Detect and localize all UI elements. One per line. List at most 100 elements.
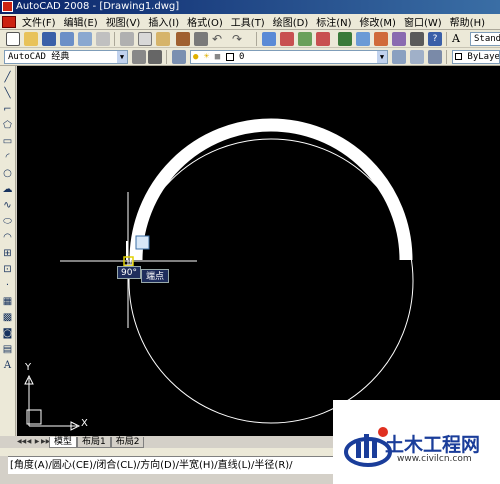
workspace-settings-icon[interactable] <box>132 50 146 64</box>
menu-help[interactable]: 帮助(H) <box>446 14 489 29</box>
drawing-canvas[interactable]: 90° 端点 Y X <box>17 66 500 436</box>
last-tab-arrow-icon[interactable]: ▶▶ <box>41 437 50 447</box>
tab-layout1[interactable]: 布局1 <box>77 436 111 448</box>
my-workspace-icon[interactable] <box>148 50 162 64</box>
toolbar-separator <box>446 50 447 64</box>
watermark-title: 土木工程网 <box>385 434 481 456</box>
gradient-icon[interactable]: ▩ <box>2 312 13 323</box>
multiline-text-icon[interactable]: A <box>2 360 13 371</box>
text-style-icon[interactable]: A <box>452 32 466 46</box>
tab-layout2[interactable]: 布局2 <box>110 436 145 448</box>
menu-draw[interactable]: 绘图(D) <box>269 14 313 29</box>
tool-palettes-icon[interactable] <box>374 32 388 46</box>
layer-on-icon: ● <box>193 52 199 62</box>
design-center-icon[interactable] <box>356 32 370 46</box>
menu-view[interactable]: 视图(V) <box>102 14 145 29</box>
polyline-arc-entity[interactable] <box>129 118 413 261</box>
autocad-app-icon <box>2 1 13 12</box>
open-icon[interactable] <box>24 32 38 46</box>
hatch-icon[interactable]: ▦ <box>2 296 13 307</box>
insert-block-icon[interactable]: ⊞ <box>2 248 13 259</box>
menu-file[interactable]: 文件(F) <box>18 14 60 29</box>
next-tab-arrow-icon[interactable]: ▶ <box>33 437 41 447</box>
window-title: AutoCAD 2008 - [Drawing1.dwg] <box>16 1 180 12</box>
menu-edit[interactable]: 编辑(E) <box>60 14 102 29</box>
publish-icon[interactable] <box>96 32 110 46</box>
redo-icon[interactable]: ↷ <box>232 32 246 46</box>
layer-states-icon[interactable] <box>428 50 442 64</box>
properties-icon[interactable] <box>338 32 352 46</box>
color-value: ByLayer <box>467 52 500 62</box>
workspace-select[interactable]: AutoCAD 经典 ▼ <box>4 50 128 64</box>
color-swatch <box>455 53 462 60</box>
menu-window[interactable]: 窗口(W) <box>400 14 446 29</box>
print-icon[interactable] <box>60 32 74 46</box>
cut-icon[interactable] <box>120 32 134 46</box>
osnap-tooltip: 端点 <box>141 269 170 283</box>
color-select[interactable]: ByLayer <box>452 50 500 64</box>
text-style-select[interactable]: Stand <box>470 32 500 46</box>
circle-entity[interactable] <box>128 138 414 424</box>
sheet-set-icon[interactable] <box>392 32 406 46</box>
revision-cloud-icon[interactable]: ☁ <box>2 184 13 195</box>
menu-dimension[interactable]: 标注(N) <box>312 14 355 29</box>
arc-icon[interactable]: ◜ <box>2 152 13 163</box>
title-bar: AutoCAD 2008 - [Drawing1.dwg] <box>0 0 500 14</box>
pan-icon[interactable] <box>262 32 276 46</box>
make-object-layer-current-icon[interactable] <box>392 50 406 64</box>
circle-icon[interactable]: ○ <box>2 168 13 179</box>
menu-tools[interactable]: 工具(T) <box>227 14 269 29</box>
toolbar-separator <box>166 50 167 64</box>
layer-thaw-icon: ☀ <box>203 52 210 62</box>
standard-toolbar: ↶ ↷ ? A Stand <box>0 30 500 48</box>
layer-properties-icon[interactable] <box>172 50 186 64</box>
match-properties-icon[interactable] <box>176 32 190 46</box>
snap-glyph-icon <box>135 235 150 250</box>
menu-insert[interactable]: 插入(I) <box>144 14 183 29</box>
new-icon[interactable] <box>6 32 20 46</box>
polygon-icon[interactable]: ⬠ <box>2 120 13 131</box>
construction-line-icon[interactable]: ╲ <box>2 88 13 99</box>
menu-format[interactable]: 格式(O) <box>183 14 227 29</box>
rectangle-icon[interactable]: ▭ <box>2 136 13 147</box>
draw-toolbar: ╱ ╲ ⌐ ⬠ ▭ ◜ ○ ☁ ∿ ⬭ ◠ ⊞ ⊡ · ▦ ▩ ◙ ▤ A <box>0 66 16 436</box>
layers-toolbar: AutoCAD 经典 ▼ ● ☀ ■ 0 ▼ ByLayer <box>0 48 500 66</box>
document-icon[interactable] <box>2 15 16 28</box>
ellipse-arc-icon[interactable]: ◠ <box>2 232 13 243</box>
point-icon[interactable]: · <box>2 280 13 291</box>
tab-model[interactable]: 模型 <box>49 436 78 448</box>
watermark-logo: 土木工程网 www.civilcn.com <box>333 400 500 484</box>
copy-icon[interactable] <box>138 32 152 46</box>
make-block-icon[interactable]: ⊡ <box>2 264 13 275</box>
first-tab-arrow-icon[interactable]: ◀◀ <box>17 437 26 447</box>
zoom-previous-icon[interactable] <box>316 32 330 46</box>
help-icon[interactable]: ? <box>428 32 442 46</box>
polyline-icon[interactable]: ⌐ <box>2 104 13 115</box>
undo-icon[interactable]: ↶ <box>212 32 226 46</box>
chevron-down-icon: ▼ <box>377 51 387 63</box>
layer-lock-icon: ■ <box>214 52 221 62</box>
ellipse-icon[interactable]: ⬭ <box>2 216 13 227</box>
table-icon[interactable]: ▤ <box>2 344 13 355</box>
paste-icon[interactable] <box>156 32 170 46</box>
spline-icon[interactable]: ∿ <box>2 200 13 211</box>
menu-modify[interactable]: 修改(M) <box>356 14 400 29</box>
menu-bar: 文件(F) 编辑(E) 视图(V) 插入(I) 格式(O) 工具(T) 绘图(D… <box>0 14 500 30</box>
layer-select[interactable]: ● ☀ ■ 0 ▼ <box>190 50 388 64</box>
watermark-url: www.civilcn.com <box>397 454 472 464</box>
layer-name: 0 <box>238 52 245 62</box>
layer-previous-icon[interactable] <box>410 50 424 64</box>
ucs-y-label: Y <box>25 362 32 373</box>
prev-tab-arrow-icon[interactable]: ◀ <box>25 437 33 447</box>
chevron-down-icon: ▼ <box>117 51 127 63</box>
zoom-realtime-icon[interactable] <box>280 32 294 46</box>
block-editor-icon[interactable] <box>194 32 208 46</box>
zoom-window-icon[interactable] <box>298 32 312 46</box>
calculator-icon[interactable] <box>410 32 424 46</box>
layout-tabs: ◀◀ ◀ ▶ ▶▶ 模型 布局1 布局2 <box>17 436 333 448</box>
toolbar-separator <box>256 32 257 46</box>
print-preview-icon[interactable] <box>78 32 92 46</box>
region-icon[interactable]: ◙ <box>2 328 13 339</box>
line-icon[interactable]: ╱ <box>2 72 13 83</box>
save-icon[interactable] <box>42 32 56 46</box>
